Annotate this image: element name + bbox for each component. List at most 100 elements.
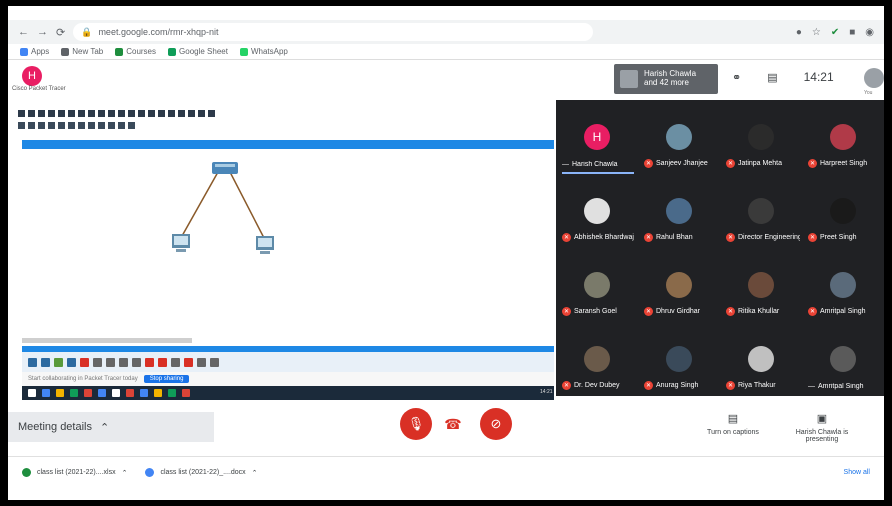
url-field[interactable]: 🔒 meet.google.com/rmr-xhqp-nit	[73, 23, 594, 41]
bookmark-item[interactable]: New Tab	[61, 47, 103, 56]
profile-icon[interactable]: ◉	[865, 27, 874, 38]
bookmark-label: Google Sheet	[179, 47, 228, 56]
bookmark-icon	[61, 47, 70, 56]
pc-icon	[172, 234, 190, 252]
participant-avatar	[830, 198, 856, 224]
participant-name: Riya Thakur	[738, 382, 776, 389]
bookmark-item[interactable]: Google Sheet	[168, 47, 228, 56]
switch-icon	[212, 162, 238, 174]
participant-tile[interactable]: ✕ Dhruv Girdhar	[638, 248, 720, 322]
participant-name-row: ✕ Jatinpa Mehta	[726, 159, 800, 168]
participant-tile[interactable]: ✕ Dr. Dev Dubey	[556, 322, 638, 396]
participant-tile[interactable]: ✕ Preet Singh	[802, 174, 884, 248]
captions-button[interactable]: ▤ Turn on captions	[698, 412, 768, 436]
app-title: Cisco Packet Tracer	[12, 86, 66, 92]
bookmark-item[interactable]: WhatsApp	[239, 47, 288, 56]
mic-muted-icon: ✕	[562, 381, 571, 390]
self-avatar	[864, 68, 884, 88]
bookmark-item[interactable]: Courses	[115, 47, 156, 56]
participant-tile[interactable]: ✕ Ritika Khullar	[720, 248, 802, 322]
camera-off-button[interactable]: ⊘	[480, 408, 512, 440]
participant-tile[interactable]: ✕ Anurag Singh	[638, 322, 720, 396]
lock-icon: 🔒	[81, 26, 93, 37]
forward-icon[interactable]: →	[37, 26, 48, 38]
workspace-header-bar	[22, 140, 554, 149]
participant-tile[interactable]: ✕ Director Engineering	[720, 174, 802, 248]
presenter-more: and 42 more	[644, 78, 689, 87]
link-switch-pc1	[229, 171, 265, 239]
participant-tile[interactable]: ✕ Rahul Bhan	[638, 174, 720, 248]
bookmark-icon	[239, 47, 248, 56]
bookmark-label: Apps	[31, 47, 50, 56]
share-message: Start collaborating in Packet Tracer tod…	[28, 376, 138, 382]
record-icon[interactable]: ●	[796, 27, 802, 38]
reload-icon[interactable]: ⟳	[56, 26, 65, 39]
star-icon[interactable]: ☆	[812, 27, 821, 38]
participant-name: Anurag Singh	[656, 382, 699, 389]
chevron-icon[interactable]: ⌃	[122, 469, 128, 477]
participant-tile[interactable]: — Amritpal Singh	[802, 322, 884, 396]
participant-tile[interactable]: H — Harish Chawla	[556, 100, 638, 174]
speaking-indicator-icon: —	[562, 161, 569, 168]
pc-icon	[256, 236, 274, 254]
extension-icon[interactable]: ■	[849, 27, 855, 38]
participant-tile[interactable]: ✕ Jatinpa Mehta	[720, 100, 802, 174]
participant-tile[interactable]: ✕ Amritpal Singh	[802, 248, 884, 322]
chevron-icon[interactable]: ⌃	[252, 469, 258, 477]
participant-tile[interactable]: ✕ Abhishek Bhardwaj	[556, 174, 638, 248]
people-icon[interactable]: ⚭	[732, 71, 741, 84]
meeting-details-button[interactable]: Meeting details ⌃	[8, 412, 214, 442]
stop-sharing-button[interactable]: Stop sharing	[143, 375, 190, 383]
participant-avatar	[830, 272, 856, 298]
participant-avatar	[748, 198, 774, 224]
bookmark-item[interactable]: Apps	[20, 47, 49, 56]
app-toolbar-row-2	[18, 122, 135, 129]
participant-avatar	[666, 272, 692, 298]
mic-off-icon: 🎙	[407, 416, 425, 431]
leave-call-button[interactable]: ☎	[438, 414, 468, 434]
participant-name: Dr. Dev Dubey	[574, 382, 620, 389]
participant-avatar	[830, 346, 856, 372]
bookmark-icon	[168, 47, 177, 56]
participant-name-row: ✕ Riya Thakur	[726, 381, 800, 390]
mic-muted-icon: ✕	[644, 381, 653, 390]
taskbar-clock: 14:21	[540, 389, 553, 395]
participant-tile[interactable]: ✕ Saransh Goel	[556, 248, 638, 322]
bookmark-label: WhatsApp	[250, 47, 288, 56]
participant-avatar	[584, 346, 610, 372]
device-picker	[22, 352, 554, 372]
presenter-pill[interactable]: Harish Chawla and 42 more	[614, 64, 718, 94]
download-item[interactable]: class list (2021-22)_....docx ⌃	[145, 468, 258, 477]
windows-taskbar: 14:21	[22, 386, 554, 400]
downloads-bar: class list (2021-22)....xlsx ⌃ class list …	[8, 456, 884, 488]
participant-tile[interactable]: ✕ Riya Thakur	[720, 322, 802, 396]
participant-name: Amritpal Singh	[820, 308, 866, 315]
meeting-clock: 14:21	[803, 70, 834, 84]
participant-name: Preet Singh	[820, 234, 857, 241]
check-icon[interactable]: ✔	[831, 27, 839, 38]
download-item[interactable]: class list (2021-22)....xlsx ⌃	[22, 468, 127, 477]
participant-avatar	[666, 124, 692, 150]
canvas-scrollbar[interactable]	[22, 338, 192, 343]
phone-hangup-icon: ☎	[444, 415, 462, 432]
presenter-thumbnail	[620, 70, 638, 88]
self-label: You	[864, 90, 873, 96]
mic-muted-icon: ✕	[808, 307, 817, 316]
participant-avatar	[584, 272, 610, 298]
participant-avatar	[666, 346, 692, 372]
participant-name: Saransh Goel	[574, 308, 617, 315]
mic-off-button[interactable]: 🎙	[400, 408, 432, 440]
participant-avatar	[748, 272, 774, 298]
participant-name-row: ✕ Dr. Dev Dubey	[562, 381, 636, 390]
chat-icon[interactable]: ▤	[767, 71, 777, 84]
participant-name-row: ✕ Ritika Khullar	[726, 307, 800, 316]
presenting-button[interactable]: ▣ Harish Chawla is presenting	[786, 412, 858, 443]
present-icon: ▣	[816, 413, 828, 425]
mic-muted-icon: ✕	[726, 307, 735, 316]
show-all-downloads-link[interactable]: Show all	[844, 469, 870, 476]
participant-tile[interactable]: ✕ Harpreet Singh	[802, 100, 884, 174]
participant-tile[interactable]: ✕ Sanjeev Jhanjee	[638, 100, 720, 174]
participant-name: Ritika Khullar	[738, 308, 780, 315]
back-icon[interactable]: ←	[18, 26, 29, 38]
browser-extensions: ● ☆ ✔ ■ ◉	[796, 27, 874, 38]
